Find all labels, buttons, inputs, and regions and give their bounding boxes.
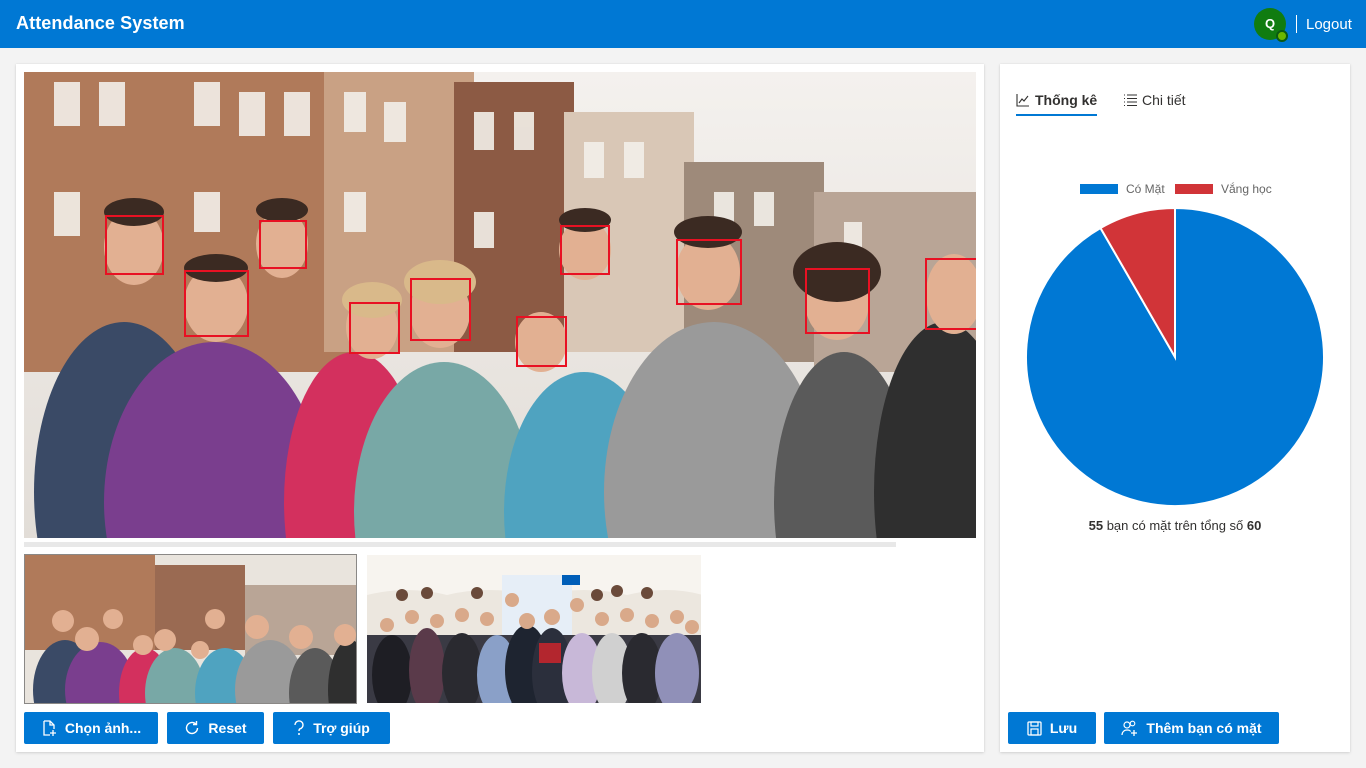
save-label: Lưu (1049, 720, 1078, 736)
legend-swatch-present (1080, 184, 1118, 194)
face-box[interactable] (516, 316, 567, 367)
list-icon (1123, 93, 1137, 107)
logout-link[interactable]: Logout (1306, 16, 1352, 33)
face-box[interactable] (349, 302, 400, 354)
present-count: 55 (1088, 518, 1104, 533)
legend-item-absent[interactable]: Vắng học (1175, 182, 1272, 196)
save-icon (1027, 720, 1042, 736)
app-title: Attendance System (16, 13, 185, 33)
legend-swatch-absent (1175, 184, 1213, 194)
attendance-pie-chart (1025, 206, 1325, 507)
face-box[interactable] (925, 258, 976, 330)
save-button[interactable]: Lưu (1008, 712, 1096, 744)
presence-status-icon (1276, 30, 1288, 42)
photo-scrollbar[interactable] (24, 542, 896, 547)
tab-statistics[interactable]: Thống kê (1016, 84, 1097, 116)
thumbnail-image (25, 555, 356, 703)
active-tab-indicator (1016, 114, 1097, 116)
add-document-icon (41, 720, 57, 736)
add-attendee-label: Thêm bạn có mặt (1146, 720, 1262, 736)
thumbnail-image (367, 555, 701, 703)
legend-item-present[interactable]: Có Mặt (1080, 182, 1165, 196)
tab-details[interactable]: Chi tiết (1123, 84, 1186, 116)
legend-label-present: Có Mặt (1126, 182, 1165, 196)
thumbnail-street-group[interactable] (24, 554, 357, 704)
line-chart-icon (1016, 93, 1030, 107)
total-count: 60 (1246, 518, 1262, 533)
top-bar: Attendance System Q Logout (0, 0, 1366, 48)
question-icon (293, 720, 305, 736)
summary-text: bạn có mặt trên tổng số (1103, 518, 1247, 533)
reset-button[interactable]: Reset (167, 712, 264, 744)
photo-panel: Chọn ảnh... Reset Trợ giúp (16, 64, 984, 752)
legend-label-absent: Vắng học (1221, 182, 1272, 196)
refresh-icon (184, 720, 200, 736)
choose-image-label: Chọn ảnh... (64, 720, 142, 736)
tab-details-label: Chi tiết (1142, 92, 1186, 108)
tab-statistics-label: Thống kê (1035, 92, 1098, 108)
help-label: Trợ giúp (313, 720, 370, 736)
main-photo (24, 72, 976, 538)
reset-label: Reset (208, 720, 247, 736)
help-button[interactable]: Trợ giúp (273, 712, 390, 744)
face-box[interactable] (676, 239, 742, 305)
add-attendee-button[interactable]: Thêm bạn có mặt (1104, 712, 1279, 744)
face-box[interactable] (259, 220, 307, 269)
face-box[interactable] (410, 278, 471, 341)
face-box[interactable] (805, 268, 870, 334)
choose-image-button[interactable]: Chọn ảnh... (24, 712, 158, 744)
attendance-summary: 55 bạn có mặt trên tổng số 60 (1000, 518, 1350, 533)
face-box[interactable] (184, 270, 249, 337)
stats-panel: Thống kê Chi tiết Có Mặt Vắng học 55 bạn… (1000, 64, 1350, 752)
thumbnail-award-group[interactable] (366, 554, 702, 704)
face-box[interactable] (105, 215, 164, 275)
face-box[interactable] (560, 225, 610, 275)
add-people-icon (1121, 720, 1138, 736)
header-divider (1296, 15, 1297, 33)
